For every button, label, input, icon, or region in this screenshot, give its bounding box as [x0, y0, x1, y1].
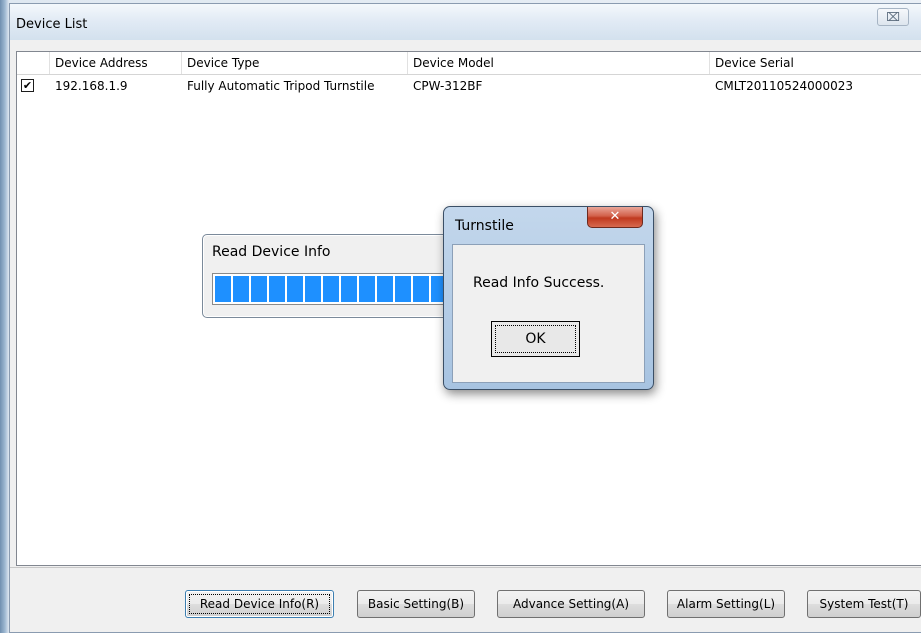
ok-button[interactable]: OK [491, 321, 580, 357]
focus-rectangle [189, 594, 330, 614]
header-device-model[interactable]: Device Model [408, 52, 710, 74]
advance-setting-button[interactable]: Advance Setting(A) [497, 590, 645, 618]
cell-device-address: 192.168.1.9 [55, 79, 128, 93]
alarm-setting-label: Alarm Setting(L) [676, 597, 776, 611]
close-icon[interactable]: ✕ [587, 207, 643, 228]
message-text: Read Info Success. [473, 275, 605, 291]
header-device-address[interactable]: Device Address [50, 52, 182, 74]
system-test-button[interactable]: System Test(T) [807, 590, 921, 618]
progress-title: Read Device Info [212, 244, 331, 260]
message-box: Turnstile ✕ Read Info Success. OK [443, 206, 654, 390]
message-box-title: Turnstile [455, 218, 514, 234]
title-bar[interactable]: Device List ⌧ [10, 4, 921, 40]
message-box-body: Read Info Success. OK [452, 244, 645, 383]
header-device-serial[interactable]: Device Serial [710, 52, 921, 74]
alarm-setting-button[interactable]: Alarm Setting(L) [667, 590, 785, 618]
header-device-type[interactable]: Device Type [182, 52, 408, 74]
basic-setting-button[interactable]: Basic Setting(B) [357, 590, 475, 618]
table-row[interactable]: ✔ 192.168.1.9 Fully Automatic Tripod Tur… [17, 75, 921, 97]
window-title: Device List [16, 17, 88, 32]
cell-device-serial: CMLT20110524000023 [715, 79, 853, 93]
system-test-label: System Test(T) [819, 597, 909, 611]
cell-device-model: CPW-312BF [413, 79, 483, 93]
cell-device-type: Fully Automatic Tripod Turnstile [187, 79, 375, 93]
progress-dialog: Read Device Info [202, 234, 464, 318]
progress-fill [215, 276, 461, 302]
close-icon[interactable]: ⌧ [877, 8, 909, 26]
focus-rectangle [495, 325, 576, 353]
check-icon[interactable]: ✔ [21, 79, 34, 92]
basic-setting-label: Basic Setting(B) [367, 597, 465, 611]
advance-setting-label: Advance Setting(A) [512, 597, 629, 611]
progress-bar [212, 273, 462, 305]
table-header: Device Address Device Type Device Model … [17, 52, 921, 75]
header-checkbox-column[interactable] [17, 52, 50, 74]
read-device-info-button[interactable]: Read Device Info(R) [185, 590, 334, 618]
